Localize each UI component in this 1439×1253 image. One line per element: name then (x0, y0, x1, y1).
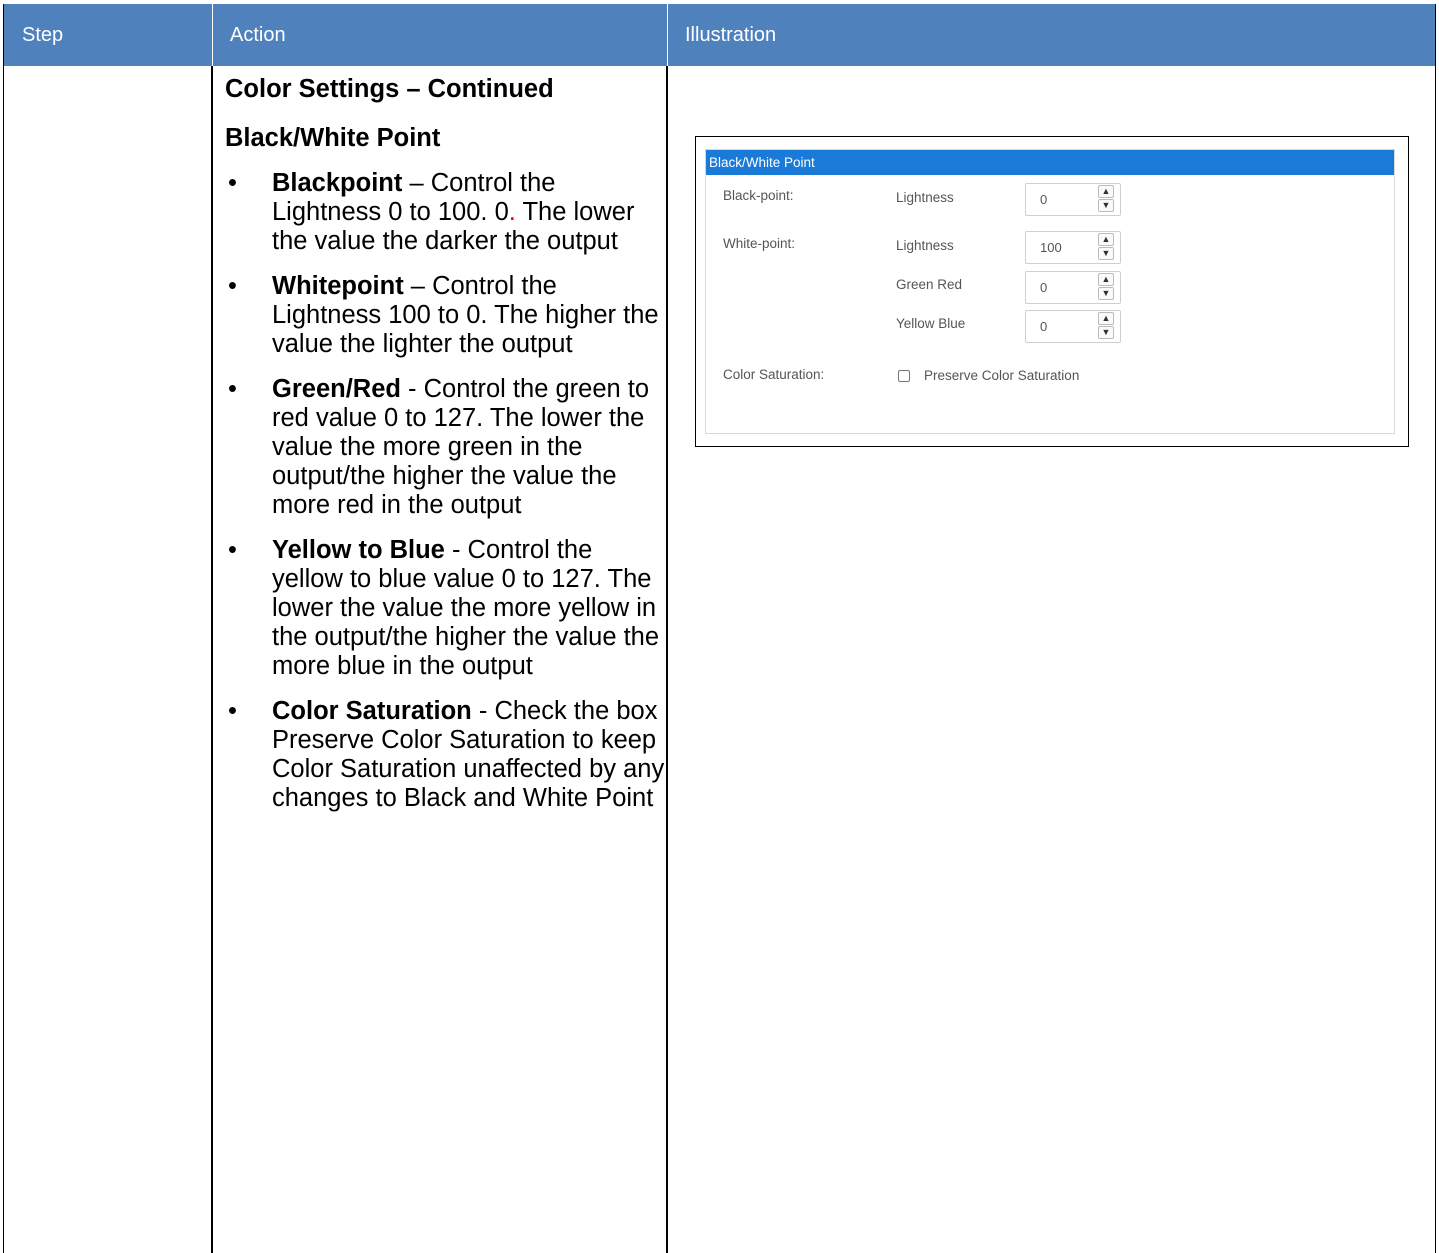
bullet-icon: • (228, 536, 237, 564)
chevron-up-icon[interactable]: ▲ (1098, 312, 1114, 325)
stepper-value: 0 (1040, 280, 1048, 295)
list-item: • Color Saturation - Check the box Prese… (225, 697, 665, 813)
bullet-list: • Blackpoint – Control the Lightness 0 t… (225, 169, 665, 813)
red-period: . (508, 198, 516, 226)
chevron-down-icon[interactable]: ▼ (1098, 326, 1114, 339)
header-divider (212, 4, 213, 66)
stepper-value: 0 (1040, 319, 1048, 334)
bullet-term: Yellow to Blue (272, 536, 445, 564)
header-divider (667, 4, 668, 66)
preserve-color-saturation-checkbox[interactable] (898, 370, 910, 382)
list-item: • Yellow to Blue - Control the yellow to… (225, 536, 665, 681)
yellow-blue-stepper[interactable]: 0 ▲ ▼ (1025, 310, 1121, 343)
subsection-heading: Black/White Point (225, 124, 441, 152)
black-lightness-stepper[interactable]: 0 ▲ ▼ (1025, 183, 1121, 216)
stepper-value: 100 (1040, 240, 1062, 255)
color-saturation-label: Color Saturation: (723, 367, 825, 382)
bullet-term: Whitepoint (272, 272, 404, 300)
bullet-term: Green/Red (272, 375, 401, 403)
green-red-stepper[interactable]: 0 ▲ ▼ (1025, 271, 1121, 304)
list-item: • Whitepoint – Control the Lightness 100… (225, 272, 665, 359)
chevron-up-icon[interactable]: ▲ (1098, 185, 1114, 198)
list-item: • Green/Red - Control the green to red v… (225, 375, 665, 520)
header-step: Step (22, 24, 64, 46)
checkbox-label: Preserve Color Saturation (924, 368, 1080, 383)
black-white-point-panel: Black/White Point Black-point: White-poi… (705, 149, 1395, 434)
table-header: Step Action Illustration (4, 4, 1435, 66)
lightness-label: Lightness (896, 238, 954, 253)
list-item: • Blackpoint – Control the Lightness 0 t… (225, 169, 665, 256)
stepper-value: 0 (1040, 192, 1048, 207)
chevron-down-icon[interactable]: ▼ (1098, 247, 1114, 260)
bullet-separator: - (400, 375, 424, 403)
bullet-separator: – (402, 169, 431, 197)
white-point-label: White-point: (723, 236, 796, 251)
section-heading: Color Settings – Continued (225, 75, 554, 103)
bullet-separator: – (403, 272, 433, 300)
bullet-icon: • (228, 169, 237, 197)
green-red-label: Green Red (896, 277, 963, 292)
bullet-separator: - (471, 697, 495, 725)
bullet-term: Color Saturation (272, 697, 472, 725)
bullet-icon: • (228, 697, 237, 725)
bullet-icon: • (228, 375, 237, 403)
black-point-label: Black-point: (723, 188, 794, 203)
illustration-screenshot: Black/White Point Black-point: White-poi… (695, 136, 1409, 447)
yellow-blue-label: Yellow Blue (896, 316, 966, 331)
action-cell: Color Settings – Continued Black/White P… (225, 75, 665, 829)
column-divider (211, 66, 213, 1253)
column-divider (666, 66, 668, 1253)
bullet-term: Blackpoint (272, 169, 403, 197)
bullet-separator: - (444, 536, 468, 564)
chevron-down-icon[interactable]: ▼ (1098, 287, 1114, 300)
white-lightness-stepper[interactable]: 100 ▲ ▼ (1025, 231, 1121, 264)
lightness-label: Lightness (896, 190, 954, 205)
panel-title: Black/White Point (706, 150, 1394, 175)
chevron-down-icon[interactable]: ▼ (1098, 199, 1114, 212)
header-illustration: Illustration (685, 24, 777, 46)
header-action: Action (230, 24, 286, 46)
chevron-up-icon[interactable]: ▲ (1098, 273, 1114, 286)
chevron-up-icon[interactable]: ▲ (1098, 233, 1114, 246)
bullet-icon: • (228, 272, 237, 300)
